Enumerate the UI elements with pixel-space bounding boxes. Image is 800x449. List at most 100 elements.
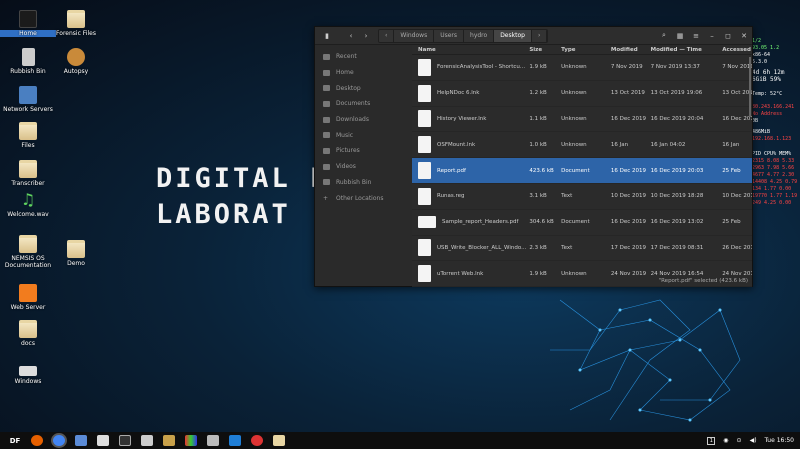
colors-icon[interactable] (185, 435, 197, 446)
files-icon[interactable] (75, 435, 87, 446)
search-icon[interactable]: ⌕ (656, 30, 672, 42)
dog-icon (67, 48, 85, 66)
app-icon[interactable] (251, 435, 263, 446)
minimize-icon[interactable]: – (704, 30, 720, 42)
scrollbar[interactable] (749, 57, 751, 117)
sidebar-item-music[interactable]: Music (315, 127, 412, 143)
desktop-icon-network-servers[interactable]: Network Servers (0, 86, 56, 113)
file-name: Report.pdf (437, 167, 466, 174)
sidebar-item-other-locations[interactable]: + Other Locations (315, 190, 412, 206)
trash-icon (323, 179, 330, 186)
sidebar-item-downloads[interactable]: Downloads (315, 112, 412, 128)
file-row[interactable]: History Viewer.lnk 1.1 kB Unknown 16 Dec 20… (412, 107, 752, 133)
file-type: Unknown (561, 141, 587, 148)
file-accessed: 25 Feb (722, 219, 741, 226)
desktop-icon (323, 85, 330, 92)
file-size: 423.6 kB (529, 167, 554, 174)
menu-icon[interactable]: ≡ (688, 30, 704, 42)
sidebar-item-rubbish-bin[interactable]: Rubbish Bin (315, 175, 412, 191)
file-modified: 17 Dec 2019 (610, 244, 646, 251)
breadcrumb-users[interactable]: Users (434, 29, 465, 42)
folder-icon[interactable] (273, 435, 285, 446)
column-accessed[interactable]: Accessed (722, 47, 752, 53)
maximize-icon[interactable]: ◻ (720, 30, 736, 42)
folder-icon (19, 320, 37, 338)
sidebar-item-videos[interactable]: Videos (315, 159, 412, 175)
file-size: 1.1 kB (529, 115, 547, 122)
file-icon (418, 110, 431, 128)
vscode-icon[interactable] (229, 435, 241, 446)
clock[interactable]: Tue 16:50 (765, 437, 794, 444)
df-logo[interactable]: DF (9, 435, 21, 446)
file-modified: 16 Jan (610, 141, 629, 148)
file-type: Unknown (561, 115, 587, 122)
column-modified-time[interactable]: Modified — Time (651, 47, 723, 53)
file-row[interactable]: HelpNDoc 6.lnk 1.2 kB Unknown 13 Oct 2019 13… (412, 81, 752, 107)
forward-button[interactable]: › (360, 30, 372, 42)
breadcrumb-prev-icon[interactable]: ‹ (379, 29, 395, 42)
file-row[interactable]: Report.pdf 423.6 kB Document 16 Dec 2019 16 … (412, 158, 752, 184)
file-row[interactable]: ForensicAnalysisTool - Shortcu... 1.9 kB U… (412, 55, 752, 81)
file-accessed: 13 Oct 2019 (722, 90, 752, 97)
breadcrumb-hydro[interactable]: hydro (464, 29, 495, 42)
folder-icon (67, 10, 85, 28)
store-icon[interactable] (97, 435, 109, 446)
desktop-icon-demo[interactable]: Demo (48, 240, 104, 267)
file-name: Runas.reg (437, 193, 465, 200)
file-size: 2.3 kB (529, 244, 547, 251)
column-size[interactable]: Size (529, 47, 561, 53)
camera-icon[interactable]: ◉ (723, 437, 728, 444)
column-type[interactable]: Type (561, 47, 611, 53)
sidebar-item-pictures[interactable]: Pictures (315, 143, 412, 159)
file-accessed: 16 Dec 2019 (722, 115, 752, 122)
network-icon[interactable]: ⊙ (737, 437, 742, 444)
workspace-indicator[interactable]: 1 (707, 436, 716, 445)
sidebar-item-recent[interactable]: Recent (315, 49, 412, 65)
file-icon (418, 162, 431, 180)
file-accessed: 10 Dec 2019 (722, 193, 752, 200)
file-modified-time: 16 Dec 2019 20:03 (650, 167, 704, 174)
network-wallpaper-graphic (550, 299, 741, 422)
firefox-icon[interactable] (31, 435, 43, 446)
desktop-icon-forensic-files[interactable]: Forensic Files (48, 10, 104, 37)
file-size: 1.2 kB (529, 90, 547, 97)
sidebar: Recent Home Desktop Documents Downloads … (315, 45, 412, 286)
folder-icon (19, 160, 37, 178)
desktop-icon-files[interactable]: Files (0, 122, 56, 149)
screenshot-icon[interactable] (207, 435, 219, 446)
file-row[interactable]: OSFMount.lnk 1.0 kB Unknown 16 Jan 16 Jan 04… (412, 132, 752, 159)
file-size: 3.1 kB (529, 193, 547, 200)
sidebar-item-desktop[interactable]: Desktop (315, 80, 412, 96)
drive-icon[interactable] (141, 435, 153, 446)
terminal-icon[interactable] (119, 435, 131, 446)
drive-icon: ▮ (325, 31, 329, 40)
volume-icon[interactable]: ◀) (750, 437, 757, 444)
file-accessed: 26 Dec 2019 (722, 244, 752, 251)
file-row[interactable]: USB_Write_Blocker_ALL_Windo... 2.3 kB Text… (412, 236, 752, 262)
file-accessed: 25 Feb (722, 167, 741, 174)
back-button[interactable]: ‹ (345, 30, 357, 42)
archive-icon[interactable] (163, 435, 175, 446)
file-row[interactable]: Sample_report_Headers.pdf 304.6 kB Documen… (412, 210, 752, 236)
breadcrumb-windows[interactable]: Windows (394, 29, 435, 42)
close-icon[interactable]: ✕ (736, 30, 752, 42)
chrome-icon[interactable] (53, 435, 65, 446)
file-modified-time: 10 Dec 2019 18:28 (650, 193, 704, 200)
desktop-icon-web-server[interactable]: Web Server (0, 284, 56, 311)
breadcrumb-next-icon[interactable]: › (531, 29, 548, 42)
breadcrumb-desktop[interactable]: Desktop (494, 29, 532, 42)
file-row[interactable]: Runas.reg 3.1 kB Text 10 Dec 2019 10 Dec 201… (412, 184, 752, 210)
desktop-icon-autopsy[interactable]: Autopsy (48, 48, 104, 75)
sidebar-item-documents[interactable]: Documents (315, 96, 412, 112)
column-name[interactable]: Name (412, 47, 529, 53)
desktop-icon-welcome-wav[interactable]: ♫ Welcome.wav (0, 191, 56, 219)
grid-view-icon[interactable]: ▦ (672, 30, 688, 42)
sidebar-item-home[interactable]: Home (315, 65, 412, 81)
column-modified[interactable]: Modified (611, 47, 651, 53)
desktop-icon-transcriber[interactable]: Transcriber (0, 160, 56, 187)
desktop-icon-windows[interactable]: Windows (0, 360, 56, 385)
file-modified: 7 Nov 2019 (610, 64, 643, 71)
file-modified-time: 17 Dec 2019 08:31 (650, 244, 704, 251)
file-modified: 16 Dec 2019 (610, 167, 646, 174)
desktop-icon-docs[interactable]: docs (0, 320, 56, 347)
